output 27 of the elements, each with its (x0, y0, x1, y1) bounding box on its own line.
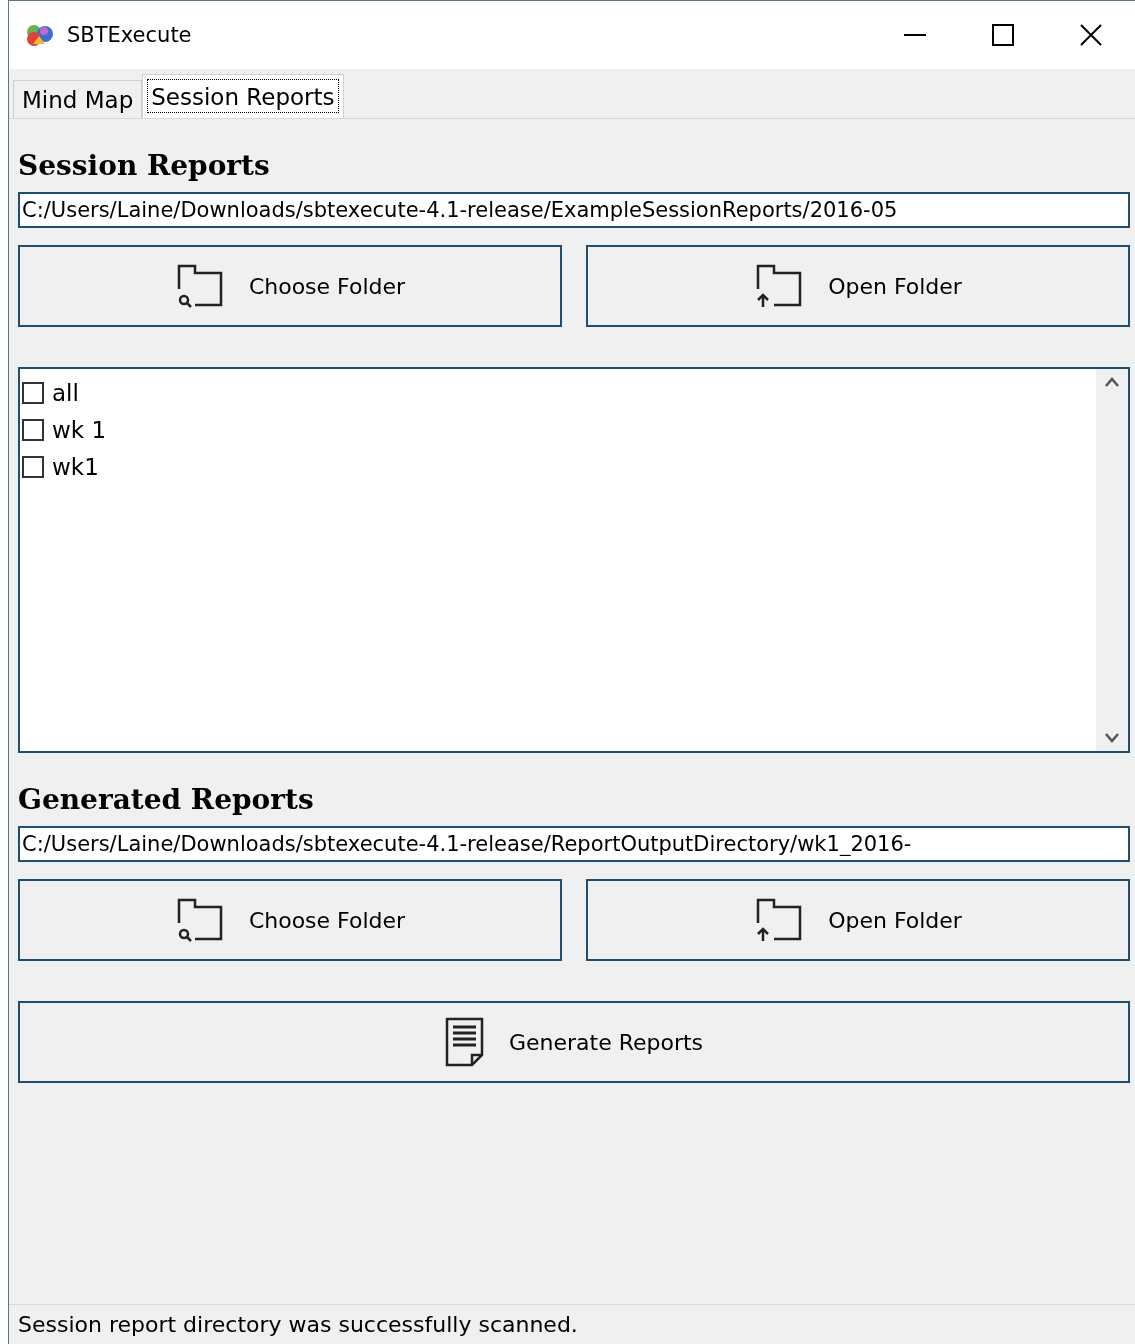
choose-folder-button[interactable]: Choose Folder (18, 879, 562, 961)
scroll-up-icon[interactable] (1105, 377, 1119, 387)
checkbox[interactable] (22, 455, 44, 478)
checkbox[interactable] (22, 381, 44, 404)
tab[interactable]: Session Reports (142, 74, 344, 118)
path-field[interactable]: C:/Users/Laine/Downloads/sbtexecute-4.1-release/ExampleSessionReports/2016-05 (18, 192, 1130, 228)
folder-list-item[interactable]: wk1 (20, 448, 1096, 485)
scrollbar[interactable] (1096, 369, 1128, 751)
choose-folder-button[interactable]: Choose Folder (18, 245, 562, 327)
maximize-icon (992, 24, 1014, 46)
path-field[interactable]: C:/Users/Laine/Downloads/sbtexecute-4.1-release/ReportOutputDirectory/wk1_2016- (18, 826, 1130, 862)
status-text: Session report directory was successfully scanned. (18, 1312, 578, 1337)
generate-reports-button[interactable]: Generate Reports (18, 1001, 1130, 1083)
window-title: SBTExecute (67, 23, 193, 47)
checkbox[interactable] (22, 418, 44, 441)
folder-list-item[interactable]: wk 1 (20, 411, 1096, 448)
scroll-down-icon[interactable] (1105, 733, 1119, 743)
section-heading: Session Reports (18, 149, 271, 182)
document-icon (444, 1017, 485, 1067)
close-icon (1080, 24, 1102, 46)
folder-list-item[interactable]: all (20, 374, 1096, 411)
open-folder-button[interactable]: Open Folder (586, 879, 1130, 961)
open-folder-button[interactable]: Open Folder (586, 245, 1130, 327)
app-logo-icon (25, 24, 55, 46)
tab[interactable]: Mind Map (13, 80, 143, 118)
minimize-icon (904, 34, 926, 36)
section-heading: Generated Reports (18, 783, 315, 816)
